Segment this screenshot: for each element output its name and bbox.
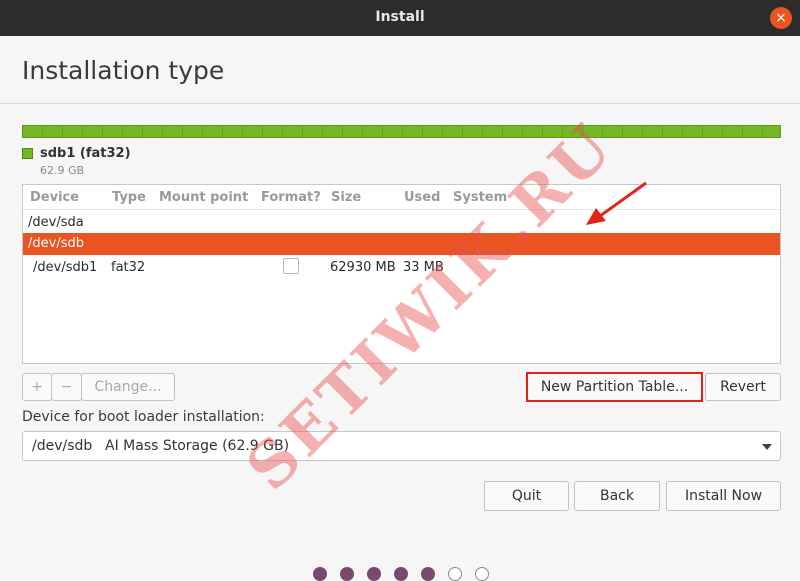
progress-dot (475, 567, 489, 581)
annotation-arrow (586, 181, 647, 225)
progress-dot (340, 567, 354, 581)
progress-dot (421, 567, 435, 581)
progress-dot (448, 567, 462, 581)
progress-dot (367, 567, 381, 581)
progress-dot (313, 567, 327, 581)
progress-dot (394, 567, 408, 581)
